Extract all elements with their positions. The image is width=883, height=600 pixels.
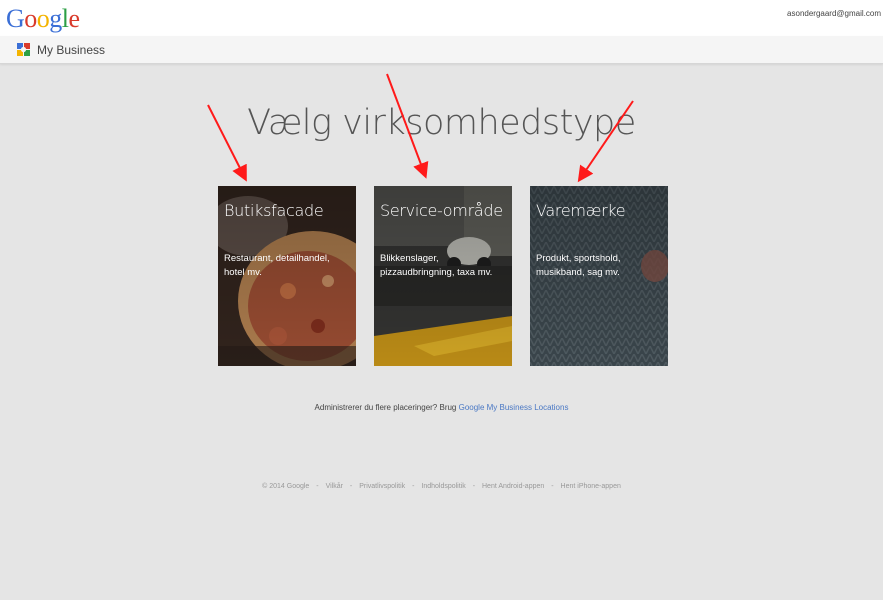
top-bar: Google asondergaard@gmail.com: [0, 0, 883, 36]
business-type-card-service-area[interactable]: Service-område Blikkenslager, pizzaudbri…: [374, 186, 512, 366]
footer-copyright: © 2014 Google: [262, 483, 310, 490]
google-logo[interactable]: Google: [6, 4, 80, 34]
footer-separator: -: [412, 483, 415, 490]
multiple-locations-note: Administrerer du flere placeringer? Brug…: [0, 403, 883, 412]
card-title: Service-område: [380, 201, 503, 220]
page-title: Vælg virksomhedstype: [247, 103, 636, 143]
footer-separator: -: [349, 483, 353, 490]
my-business-icon: [17, 43, 30, 56]
product-name: My Business: [37, 43, 106, 57]
account-email[interactable]: asondergaard@gmail.com: [787, 9, 881, 18]
logo-letter: g: [49, 4, 62, 33]
card-description: Restaurant, detailhandel, hotel mv.: [224, 253, 330, 278]
logo-letter: l: [61, 4, 69, 33]
footer-separator: -: [472, 483, 476, 490]
business-type-card-storefront[interactable]: Butiksfacade Restaurant, detailhandel, h…: [218, 186, 356, 366]
logo-letter: o: [24, 4, 37, 33]
footer-separator: -: [551, 483, 554, 490]
product-bar: My Business: [0, 36, 883, 64]
locations-link[interactable]: Google My Business Locations: [459, 403, 569, 412]
logo-letter: o: [36, 4, 50, 33]
business-type-card-brand[interactable]: Varemærke Produkt, sportshold, musikband…: [530, 186, 668, 366]
card-title: Butiksfacade: [224, 201, 324, 220]
footer-separator: -: [316, 483, 319, 490]
card-description: Blikkenslager, pizzaudbringning, taxa mv…: [380, 253, 493, 278]
footer-link-android-app[interactable]: Hent Android-appen: [482, 483, 544, 490]
card-title: Varemærke: [536, 201, 626, 220]
footer-link-iphone-app[interactable]: Hent iPhone-appen: [561, 483, 621, 490]
logo-letter: G: [6, 4, 25, 33]
card-description: Produkt, sportshold, musikband, sag mv.: [536, 253, 621, 278]
footer: © 2014 Google - Vilkår - Privatlivspolit…: [0, 483, 883, 490]
logo-letter: e: [68, 4, 81, 33]
footer-link-privacy[interactable]: Privatlivspolitik: [359, 483, 405, 490]
footer-link-terms[interactable]: Vilkår: [326, 483, 343, 490]
locations-text: Administrerer du flere placeringer? Brug: [314, 403, 457, 412]
footer-link-content-policy[interactable]: Indholdspolitik: [421, 483, 465, 490]
